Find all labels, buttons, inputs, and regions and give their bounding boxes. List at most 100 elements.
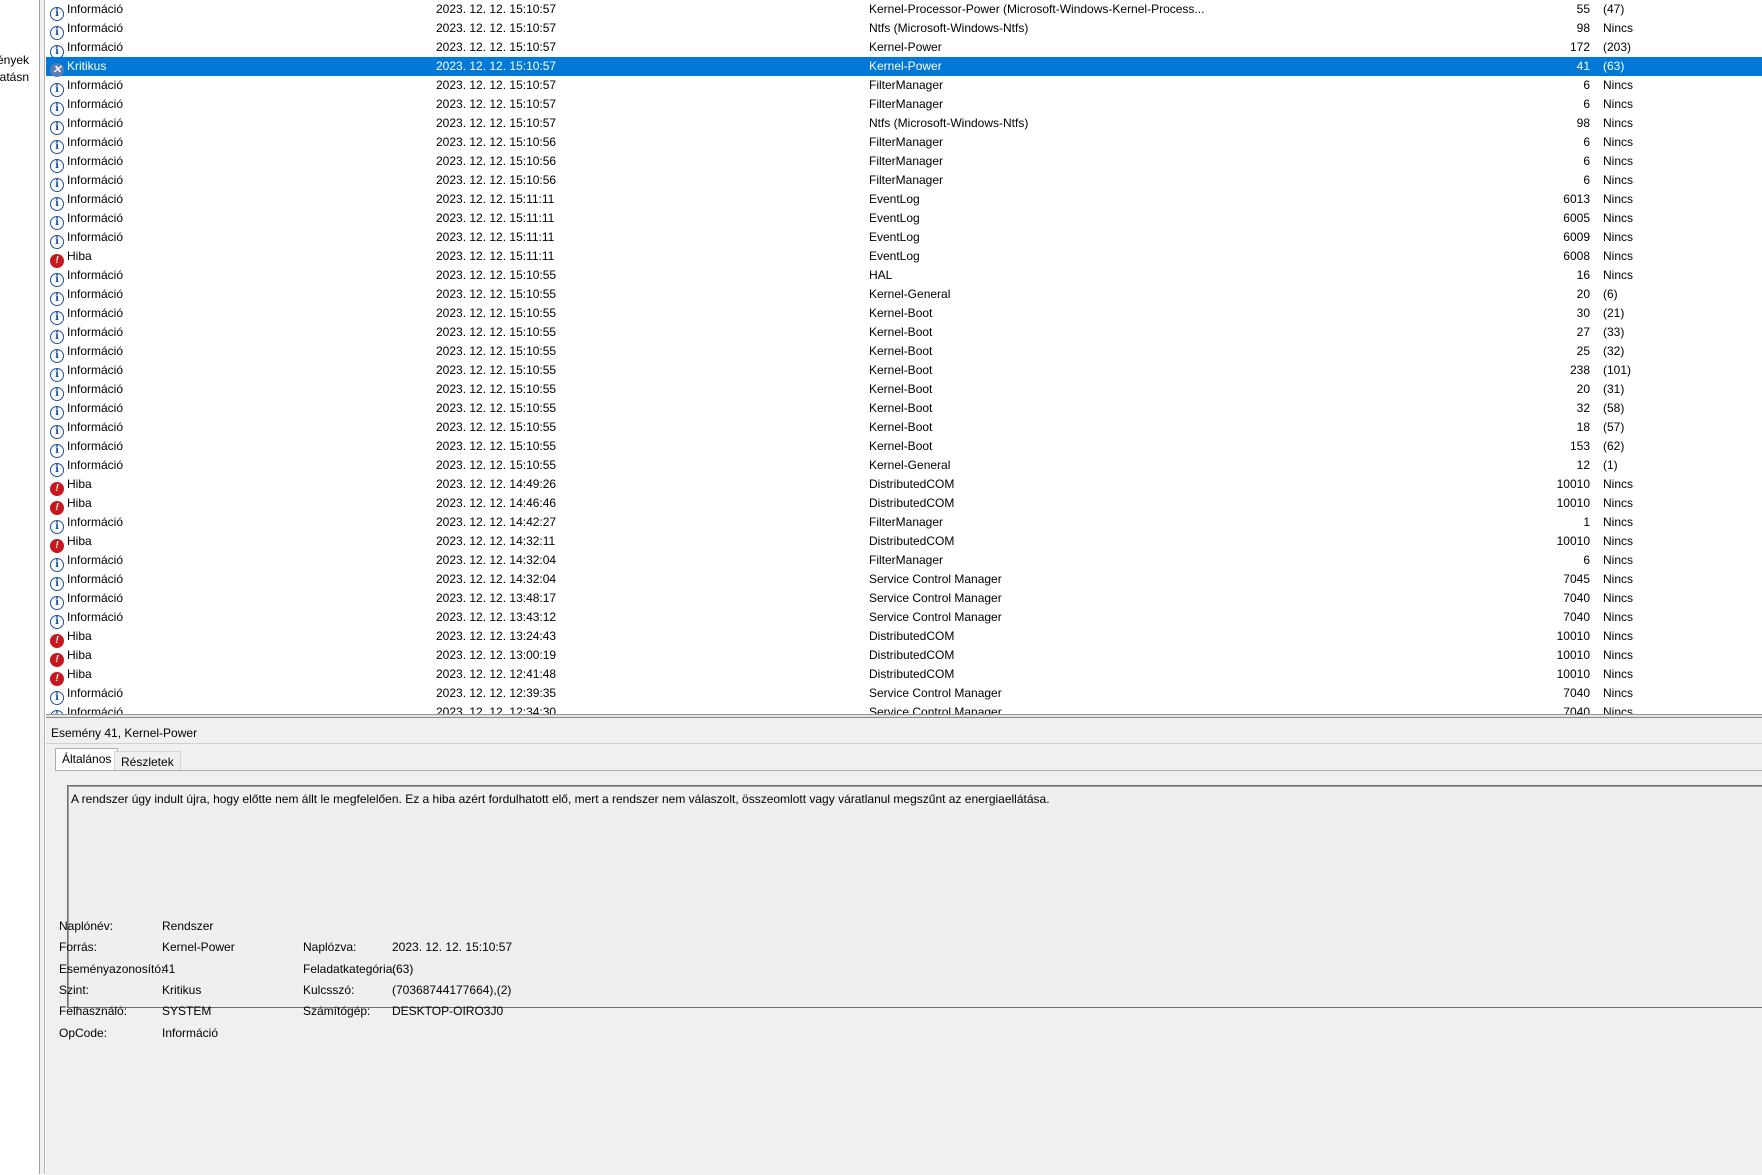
event-date: 2023. 12. 12. 15:10:57 (436, 59, 557, 73)
event-row[interactable]: i Információ 2023. 12. 12. 13:43:12 Service… (46, 608, 1762, 629)
navigation-tree[interactable]: ények ltatásn (0, 0, 40, 1174)
event-row[interactable]: i Információ 2023. 12. 12. 14:42:27 FilterM… (46, 513, 1762, 534)
event-row[interactable]: ! Hiba 2023. 12. 12. 14:32:11 DistributedCO… (46, 532, 1762, 553)
event-task-category: Nincs (1603, 135, 1634, 149)
event-row[interactable]: i Információ 2023. 12. 12. 13:48:17 Service… (46, 589, 1762, 610)
event-row[interactable]: ! Hiba 2023. 12. 12. 13:24:43 DistributedCO… (46, 627, 1762, 648)
event-task-category: Nincs (1603, 553, 1634, 567)
event-level: iInformáció (50, 95, 430, 116)
event-id: 6013 (1563, 192, 1590, 206)
event-level: iInformáció (50, 228, 430, 249)
event-task-category: Nincs (1603, 154, 1634, 168)
tab-general[interactable]: Általános (55, 748, 119, 771)
event-level: iInformáció (50, 418, 430, 439)
event-row[interactable]: ✕ Kritikus 2023. 12. 12. 15:10:57 Kernel-Po… (46, 57, 1762, 77)
event-row[interactable]: i Információ 2023. 12. 12. 15:10:55 Kernel-… (46, 304, 1762, 325)
tree-item-services[interactable]: ltatásn (0, 70, 29, 84)
event-id: 98 (1576, 21, 1590, 35)
event-row[interactable]: ! Hiba 2023. 12. 12. 12:41:48 DistributedCO… (46, 665, 1762, 686)
event-level-text: Információ (67, 97, 124, 111)
keywords-value[interactable]: (70368744177664),(2) (392, 983, 511, 997)
event-level-text: Információ (67, 344, 124, 358)
event-level: iInformáció (50, 209, 430, 230)
event-task-category: Nincs (1603, 648, 1634, 662)
event-id: 10010 (1556, 477, 1590, 491)
event-row[interactable]: i Információ 2023. 12. 12. 15:10:57 Ntfs (M… (46, 114, 1762, 135)
event-row[interactable]: i Információ 2023. 12. 12. 15:10:55 HAL 16 Ni… (46, 266, 1762, 287)
source-value[interactable]: Kernel-Power (162, 940, 235, 954)
event-row[interactable]: i Információ 2023. 12. 12. 15:10:55 Kernel-… (46, 399, 1762, 420)
event-id: 12 (1576, 458, 1590, 472)
event-row[interactable]: i Információ 2023. 12. 12. 15:10:55 Kernel-… (46, 342, 1762, 363)
task-category-value[interactable]: (63) (392, 962, 413, 976)
event-task-category: Nincs (1603, 496, 1634, 510)
event-row[interactable]: i Információ 2023. 12. 12. 15:10:56 FilterM… (46, 133, 1762, 154)
event-row[interactable]: i Információ 2023. 12. 12. 15:10:55 Kernel-… (46, 361, 1762, 382)
event-date: 2023. 12. 12. 12:39:35 (436, 686, 557, 700)
event-list[interactable]: i Információ 2023. 12. 12. 15:10:57 Kernel-… (46, 0, 1762, 717)
event-row[interactable]: i Információ 2023. 12. 12. 15:11:11 EventLo… (46, 209, 1762, 230)
event-row[interactable]: i Információ 2023. 12. 12. 15:11:11 EventLo… (46, 228, 1762, 249)
event-date: 2023. 12. 12. 15:10:56 (436, 135, 557, 149)
event-row[interactable]: i Információ 2023. 12. 12. 15:11:11 EventLo… (46, 190, 1762, 211)
opcode-value[interactable]: Információ (162, 1026, 218, 1040)
event-task-category: (47) (1603, 2, 1625, 16)
event-row[interactable]: i Információ 2023. 12. 12. 15:10:55 Kernel-… (46, 323, 1762, 344)
event-row[interactable]: ! Hiba 2023. 12. 12. 13:00:19 DistributedCO… (46, 646, 1762, 667)
event-row[interactable]: i Információ 2023. 12. 12. 15:10:55 Kernel-… (46, 437, 1762, 458)
event-source: Kernel-Power (869, 59, 942, 73)
log-name-value[interactable]: Rendszer (162, 919, 213, 933)
event-level-text: Információ (67, 211, 124, 225)
event-row[interactable]: i Információ 2023. 12. 12. 15:10:55 Kernel-… (46, 285, 1762, 306)
event-row[interactable]: i Információ 2023. 12. 12. 15:10:57 FilterM… (46, 95, 1762, 116)
event-source: Kernel-Boot (869, 401, 933, 415)
event-id: 20 (1576, 382, 1590, 396)
computer-label: Számítógép: (303, 1004, 371, 1018)
computer-value[interactable]: DESKTOP-OIRO3J0 (392, 1004, 503, 1018)
event-date: 2023. 12. 12. 15:10:57 (436, 97, 557, 111)
event-date: 2023. 12. 12. 13:48:17 (436, 591, 557, 605)
event-row[interactable]: i Információ 2023. 12. 12. 15:10:55 Kernel-… (46, 418, 1762, 439)
event-id: 98 (1576, 116, 1590, 130)
event-row[interactable]: i Információ 2023. 12. 12. 14:32:04 Service… (46, 570, 1762, 591)
event-date: 2023. 12. 12. 15:10:57 (436, 78, 557, 92)
event-level: ✕ Kritikus (50, 57, 430, 77)
event-level-text: Információ (67, 154, 124, 168)
level-value[interactable]: Kritikus (162, 983, 201, 997)
user-value[interactable]: SYSTEM (162, 1004, 211, 1018)
event-row[interactable]: i Információ 2023. 12. 12. 15:10:56 FilterM… (46, 152, 1762, 173)
event-date: 2023. 12. 12. 13:43:12 (436, 610, 557, 624)
event-row[interactable]: ! Hiba 2023. 12. 12. 14:49:26 DistributedCO… (46, 475, 1762, 496)
event-row[interactable]: i Információ 2023. 12. 12. 15:10:57 Ntfs (M… (46, 19, 1762, 40)
level-label: Szint: (59, 983, 90, 997)
event-row[interactable]: ! Hiba 2023. 12. 12. 14:46:46 DistributedCO… (46, 494, 1762, 515)
event-source: Kernel-Boot (869, 306, 933, 320)
event-id-value[interactable]: 41 (162, 962, 175, 976)
event-task-category: Nincs (1603, 230, 1634, 244)
event-source: EventLog (869, 192, 920, 206)
event-row[interactable]: i Információ 2023. 12. 12. 15:10:56 FilterM… (46, 171, 1762, 192)
event-date: 2023. 12. 12. 15:11:11 (436, 192, 555, 206)
event-row[interactable]: i Információ 2023. 12. 12. 15:10:55 Kernel-… (46, 380, 1762, 401)
event-row[interactable]: i Információ 2023. 12. 12. 15:10:55 Kernel-… (46, 456, 1762, 477)
logged-value[interactable]: 2023. 12. 12. 15:10:57 (392, 940, 512, 954)
event-row[interactable]: i Információ 2023. 12. 12. 15:10:57 FilterM… (46, 76, 1762, 97)
event-date: 2023. 12. 12. 14:49:26 (436, 477, 557, 491)
event-level: iInformáció (50, 608, 430, 629)
event-row[interactable]: i Információ 2023. 12. 12. 12:39:35 Service… (46, 684, 1762, 705)
pane-splitter[interactable] (40, 0, 45, 1174)
event-task-category: Nincs (1603, 21, 1634, 35)
event-row[interactable]: ! Hiba 2023. 12. 12. 15:11:11 EventLog 6008 N… (46, 247, 1762, 268)
event-row[interactable]: i Információ 2023. 12. 12. 15:10:57 Kernel-… (46, 38, 1762, 59)
tab-details[interactable]: Részletek (114, 751, 181, 771)
tree-item-events[interactable]: ények (0, 53, 29, 67)
event-source: DistributedCOM (869, 534, 955, 548)
event-row[interactable]: i Információ 2023. 12. 12. 15:10:57 Kernel-… (46, 0, 1762, 21)
event-id: 55 (1576, 2, 1590, 16)
event-row[interactable]: i Információ 2023. 12. 12. 14:32:04 FilterM… (46, 551, 1762, 572)
event-date: 2023. 12. 12. 14:32:04 (436, 572, 557, 586)
event-task-category: (6) (1603, 287, 1618, 301)
event-level-text: Hiba (67, 648, 92, 662)
logged-label: Naplózva: (303, 940, 357, 954)
event-source: Kernel-Processor-Power (Microsoft-Window… (869, 2, 1205, 16)
